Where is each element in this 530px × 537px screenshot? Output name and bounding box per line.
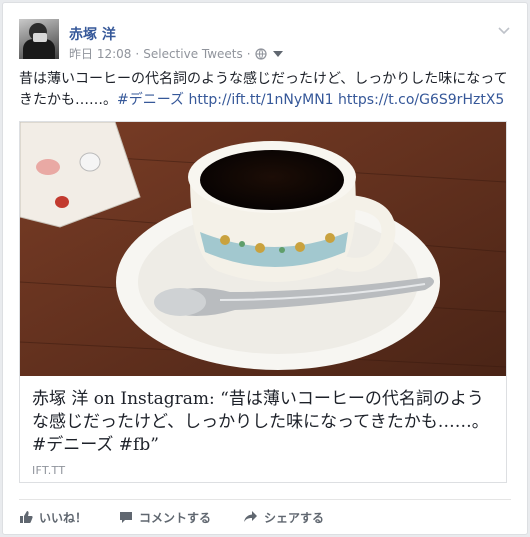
hashtag-link[interactable]: #デニーズ bbox=[117, 92, 184, 108]
ift-link[interactable]: http://ift.tt/1nNyMN1 bbox=[188, 92, 333, 108]
like-button[interactable]: いいね！ bbox=[19, 509, 87, 526]
author-name[interactable]: 赤塚 洋 bbox=[69, 24, 116, 44]
post-meta: 昨日 12:08 · Selective Tweets · bbox=[69, 45, 283, 62]
link-preview-card[interactable]: 赤塚 洋 on Instagram: “昔は薄いコーヒーの代名詞のような感じだっ… bbox=[19, 121, 507, 483]
share-icon bbox=[243, 510, 258, 524]
comment-button[interactable]: コメントする bbox=[119, 509, 211, 526]
like-label: いいね！ bbox=[39, 510, 88, 525]
via-app[interactable]: Selective Tweets bbox=[143, 47, 243, 61]
action-bar: いいね！ コメントする シェアする bbox=[19, 505, 356, 529]
post-card: 赤塚 洋 昨日 12:08 · Selective Tweets · 昔は薄いコ… bbox=[2, 2, 528, 535]
meta-separator: · bbox=[246, 46, 251, 61]
post-text: 昔は薄いコーヒーの代名詞のような感じだったけど、しっかりした味になってきたかも…… bbox=[19, 69, 513, 111]
avatar[interactable] bbox=[19, 19, 59, 59]
link-title[interactable]: 赤塚 洋 on Instagram: “昔は薄いコーヒーの代名詞のような感じだっ… bbox=[32, 388, 498, 457]
globe-icon[interactable] bbox=[255, 47, 267, 60]
link-domain: IFT.TT bbox=[32, 464, 66, 477]
tco-link[interactable]: https://t.co/G6S9rHztX5 bbox=[338, 92, 504, 108]
thumbs-up-icon bbox=[19, 510, 33, 524]
chevron-down-icon[interactable] bbox=[497, 21, 511, 35]
share-label: シェアする bbox=[264, 510, 325, 525]
comment-icon bbox=[119, 510, 133, 524]
meta-separator: · bbox=[135, 46, 140, 61]
comment-label: コメントする bbox=[139, 510, 212, 525]
coffee-photo[interactable] bbox=[20, 122, 506, 376]
actions-divider bbox=[19, 499, 511, 500]
post-header: 赤塚 洋 昨日 12:08 · Selective Tweets · bbox=[19, 15, 511, 63]
timestamp[interactable]: 昨日 12:08 bbox=[69, 45, 131, 62]
privacy-caret-icon[interactable] bbox=[272, 50, 283, 57]
share-button[interactable]: シェアする bbox=[243, 509, 324, 526]
